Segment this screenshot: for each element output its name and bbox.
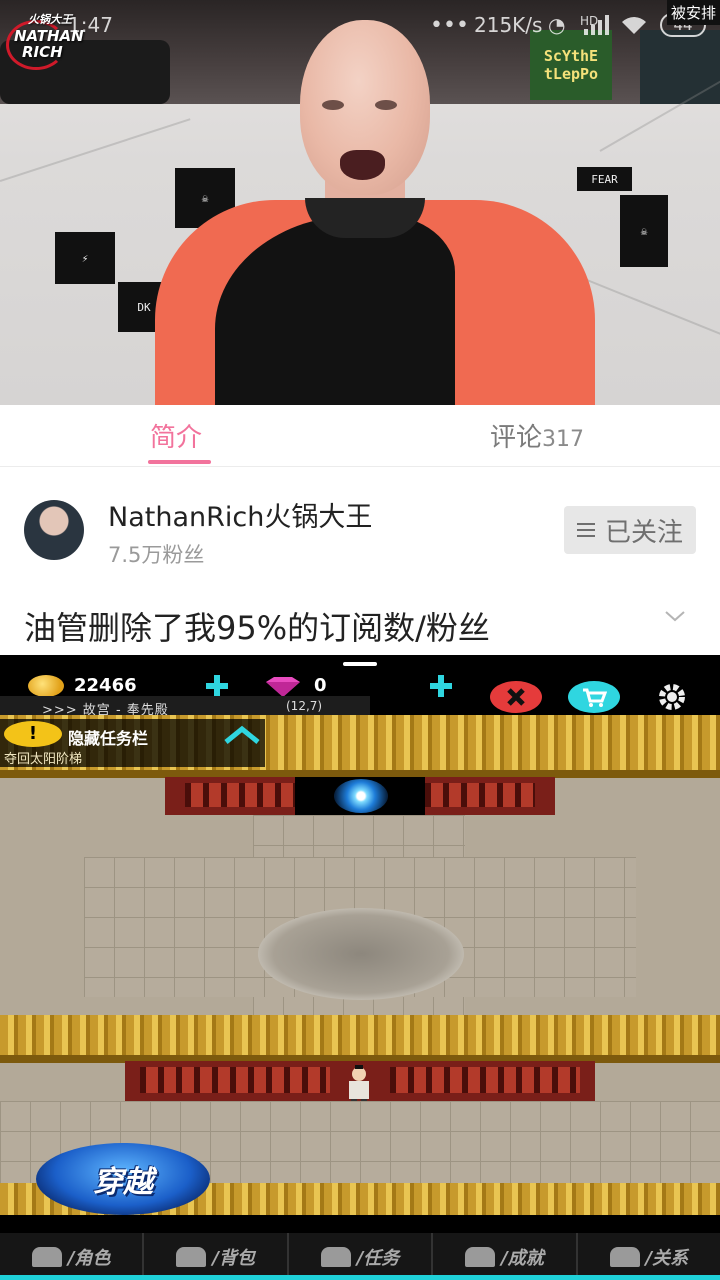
game-bottom-nav: /角色 /背包 /任务 /成就 /关系 bbox=[0, 1233, 720, 1280]
status-net-speed: 215K/s bbox=[474, 13, 543, 37]
overlay-tag: 被安排 bbox=[666, 0, 720, 25]
nav-character[interactable]: /角色 bbox=[0, 1233, 145, 1280]
warning-icon[interactable]: ! bbox=[4, 721, 62, 747]
gold-amount: 22466 bbox=[74, 675, 137, 696]
background-shirt-right bbox=[640, 30, 720, 104]
close-icon[interactable] bbox=[490, 681, 542, 713]
task-objective[interactable]: 夺回太阳阶梯 bbox=[4, 748, 82, 767]
tab-bar: 简介 评论317 bbox=[0, 405, 720, 467]
wall-patch: ⚡ bbox=[55, 232, 115, 284]
chevron-down-icon[interactable] bbox=[664, 605, 686, 627]
comment-count: 317 bbox=[542, 427, 585, 452]
alarm-icon: ◔ bbox=[548, 13, 566, 37]
person-mouth bbox=[340, 150, 385, 180]
wall-patch: FEAR bbox=[577, 167, 632, 191]
nav-relations[interactable]: /关系 bbox=[578, 1233, 720, 1280]
chevron-up-icon[interactable] bbox=[222, 725, 262, 745]
person-icon bbox=[31, 1246, 62, 1267]
video-player[interactable]: ScYthE tLepPo ☠ ⚡ DK FEAR ☠ 火锅大王 NATHAN R… bbox=[0, 0, 720, 405]
gold-coin-icon bbox=[28, 675, 64, 697]
dragon-medallion bbox=[258, 908, 464, 1000]
gem-icon bbox=[266, 677, 300, 697]
gem-amount: 0 bbox=[314, 675, 327, 696]
album-cover: ScYthE tLepPo bbox=[530, 30, 612, 100]
video-info-panel: NathanRich火锅大王 7.5万粉丝 已关注 油管删除了我95%的订阅数/… bbox=[0, 467, 720, 655]
fan-count: 7.5万粉丝 bbox=[108, 543, 205, 567]
channel-watermark-logo: 火锅大王 NATHAN RICH bbox=[6, 12, 84, 70]
travel-button[interactable]: 穿越 bbox=[36, 1143, 210, 1215]
avatar[interactable] bbox=[24, 500, 84, 560]
palace-window bbox=[185, 783, 295, 807]
player-character[interactable] bbox=[342, 1065, 376, 1105]
game-window[interactable]: 22466 0 >>> 故宫 - 奉先殿 (12,7) ! 隐藏任务栏 夺回太阳… bbox=[0, 655, 720, 1280]
task-panel-title[interactable]: 隐藏任务栏 bbox=[68, 725, 148, 749]
crown-icon bbox=[465, 1246, 496, 1267]
tab-comments[interactable]: 评论317 bbox=[490, 417, 584, 454]
menu-icon bbox=[576, 523, 595, 537]
nav-label: /背包 bbox=[212, 1247, 255, 1269]
follow-button-label: 已关注 bbox=[604, 517, 683, 548]
palace-window bbox=[390, 1067, 580, 1093]
wall-patch: ☠ bbox=[620, 195, 668, 267]
person-eye bbox=[375, 100, 397, 110]
nav-label: /关系 bbox=[645, 1247, 689, 1269]
video-title: 油管删除了我95%的订阅数/粉丝 bbox=[24, 609, 490, 647]
person-eye bbox=[322, 100, 344, 110]
nav-tasks[interactable]: /任务 bbox=[289, 1233, 434, 1280]
nav-label: /成就 bbox=[501, 1247, 544, 1269]
wifi-icon bbox=[620, 10, 648, 40]
status-time: 1:47 bbox=[68, 13, 113, 37]
tab-intro[interactable]: 简介 bbox=[150, 417, 202, 454]
status-dots-icon: ••• bbox=[430, 12, 469, 38]
marble-vein bbox=[0, 118, 191, 182]
drag-handle[interactable] bbox=[343, 662, 377, 666]
palace-window bbox=[425, 783, 535, 807]
game-map[interactable] bbox=[0, 715, 720, 1215]
nav-bag[interactable]: /背包 bbox=[144, 1233, 289, 1280]
bottom-accent-line bbox=[0, 1275, 720, 1280]
palace-window bbox=[140, 1067, 330, 1093]
portal-icon[interactable] bbox=[334, 779, 388, 813]
add-gem-button[interactable] bbox=[428, 673, 454, 699]
gear-icon[interactable] bbox=[646, 681, 698, 713]
follow-button[interactable]: 已关注 bbox=[564, 506, 696, 554]
shop-cart-icon[interactable] bbox=[568, 681, 620, 713]
nav-label: /任务 bbox=[356, 1247, 400, 1269]
scroll-icon bbox=[320, 1246, 351, 1267]
signal-icon bbox=[584, 10, 610, 40]
location-coords: (12,7) bbox=[286, 699, 323, 713]
tab-comments-label: 评论 bbox=[490, 423, 543, 453]
tab-active-indicator bbox=[148, 460, 211, 464]
channel-name[interactable]: NathanRich火锅大王 bbox=[108, 495, 372, 534]
nav-label: /角色 bbox=[67, 1247, 111, 1269]
palace-roof-bottom bbox=[0, 1015, 720, 1055]
bag-icon bbox=[176, 1246, 207, 1267]
nav-achievements[interactable]: /成就 bbox=[433, 1233, 578, 1280]
handshake-icon bbox=[609, 1246, 640, 1267]
